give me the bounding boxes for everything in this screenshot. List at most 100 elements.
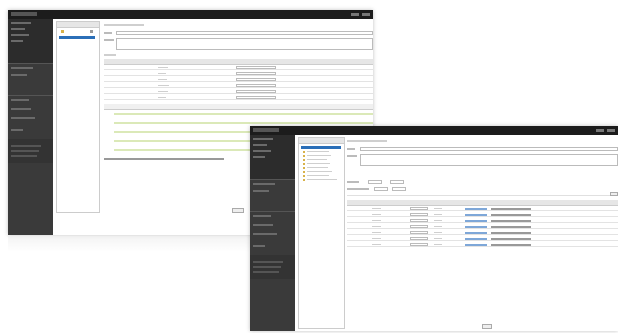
sidebar-item[interactable] xyxy=(253,233,277,235)
sidebar-item[interactable] xyxy=(11,34,29,36)
action-icon[interactable] xyxy=(90,30,93,33)
time-field[interactable] xyxy=(236,66,276,69)
name-label xyxy=(104,32,112,34)
file-icon xyxy=(303,151,305,153)
link-cell[interactable] xyxy=(465,244,487,246)
link-cell[interactable] xyxy=(465,220,487,222)
tree-item[interactable] xyxy=(307,167,328,168)
tree-item[interactable] xyxy=(307,159,327,160)
sidebar-item[interactable] xyxy=(11,22,31,24)
filter-field[interactable] xyxy=(374,187,388,191)
cell-text xyxy=(158,91,168,92)
value-field[interactable] xyxy=(410,231,428,234)
sidebar-item[interactable] xyxy=(11,67,33,69)
sidebar-item[interactable] xyxy=(11,145,41,147)
sidebar-item[interactable] xyxy=(11,150,39,152)
timeline-bar[interactable] xyxy=(114,122,373,124)
sidebar-item[interactable] xyxy=(11,99,29,101)
sidebar-item[interactable] xyxy=(11,129,23,131)
sidebar-item[interactable] xyxy=(253,245,265,247)
sidebar-item[interactable] xyxy=(253,156,265,158)
filter-field[interactable] xyxy=(368,180,382,184)
tree-item-selected[interactable] xyxy=(301,146,341,149)
topbar-button[interactable] xyxy=(596,129,604,132)
sidebar-item[interactable] xyxy=(253,215,271,217)
tree-item[interactable] xyxy=(307,163,330,164)
tree-panel xyxy=(298,137,345,329)
topbar-button[interactable] xyxy=(362,13,370,16)
sidebar-item[interactable] xyxy=(11,108,31,110)
file-icon xyxy=(303,171,305,173)
value-field[interactable] xyxy=(410,219,428,222)
tree-header xyxy=(299,138,344,144)
value-field[interactable] xyxy=(410,225,428,228)
sidebar-item[interactable] xyxy=(253,150,271,152)
sidebar-item[interactable] xyxy=(11,74,27,76)
file-icon xyxy=(303,163,305,165)
screenshot-front xyxy=(250,126,618,331)
time-field[interactable] xyxy=(236,90,276,93)
cell-text xyxy=(372,226,381,227)
name-field[interactable] xyxy=(116,31,373,35)
sidebar-item[interactable] xyxy=(253,224,273,226)
filter-field[interactable] xyxy=(392,187,406,191)
name-field[interactable] xyxy=(360,147,618,151)
sidebar-divider xyxy=(250,211,295,212)
value-field[interactable] xyxy=(410,213,428,216)
save-button[interactable] xyxy=(232,208,244,213)
link-cell[interactable] xyxy=(465,208,487,210)
sidebar-item[interactable] xyxy=(11,117,35,119)
tree-item-selected[interactable] xyxy=(59,36,95,39)
sidebar-item[interactable] xyxy=(11,155,37,157)
time-field[interactable] xyxy=(236,78,276,81)
filter-field[interactable] xyxy=(390,180,404,184)
tree-item[interactable] xyxy=(307,155,331,156)
link-cell[interactable] xyxy=(465,214,487,216)
value-field[interactable] xyxy=(410,243,428,246)
link-cell[interactable] xyxy=(465,232,487,234)
sidebar-item[interactable] xyxy=(253,190,269,192)
range-cell xyxy=(491,208,531,210)
timeline-bar[interactable] xyxy=(114,113,373,115)
topbar-button[interactable] xyxy=(351,13,359,16)
link-cell[interactable] xyxy=(465,226,487,228)
time-field[interactable] xyxy=(236,84,276,87)
description-field[interactable] xyxy=(360,154,618,166)
tree-item[interactable] xyxy=(307,179,337,180)
add-button[interactable] xyxy=(610,192,618,196)
sidebar-item[interactable] xyxy=(253,266,281,268)
cell-text xyxy=(158,73,166,74)
description-field[interactable] xyxy=(116,38,373,50)
sidebar-item[interactable] xyxy=(253,138,273,140)
tree-header xyxy=(57,22,99,28)
cell-text xyxy=(434,238,442,239)
sidebar-item[interactable] xyxy=(253,183,275,185)
link-cell[interactable] xyxy=(465,238,487,240)
sidebar-item[interactable] xyxy=(11,40,23,42)
time-field[interactable] xyxy=(236,96,276,99)
cell-text xyxy=(434,226,442,227)
brand-logo xyxy=(253,128,279,132)
sidebar-item[interactable] xyxy=(11,28,25,30)
value-field[interactable] xyxy=(410,237,428,240)
description-label xyxy=(347,155,357,157)
topbar-button[interactable] xyxy=(607,129,615,132)
cell-text xyxy=(372,232,381,233)
cell-text xyxy=(372,244,381,245)
tree-panel xyxy=(56,21,100,213)
tree-item[interactable] xyxy=(307,175,329,176)
time-field[interactable] xyxy=(236,72,276,75)
range-cell xyxy=(491,238,531,240)
top-bar xyxy=(250,126,618,135)
tree-item[interactable] xyxy=(307,171,332,172)
brand-logo xyxy=(11,12,37,16)
sidebar-item[interactable] xyxy=(253,144,267,146)
sidebar-item[interactable] xyxy=(253,261,283,263)
value-field[interactable] xyxy=(410,207,428,210)
sidebar-item[interactable] xyxy=(253,271,279,273)
tree-item[interactable] xyxy=(307,151,329,152)
page-title xyxy=(104,24,144,26)
cell-text xyxy=(434,244,442,245)
save-button[interactable] xyxy=(482,324,492,329)
timeline-legend xyxy=(104,158,224,160)
